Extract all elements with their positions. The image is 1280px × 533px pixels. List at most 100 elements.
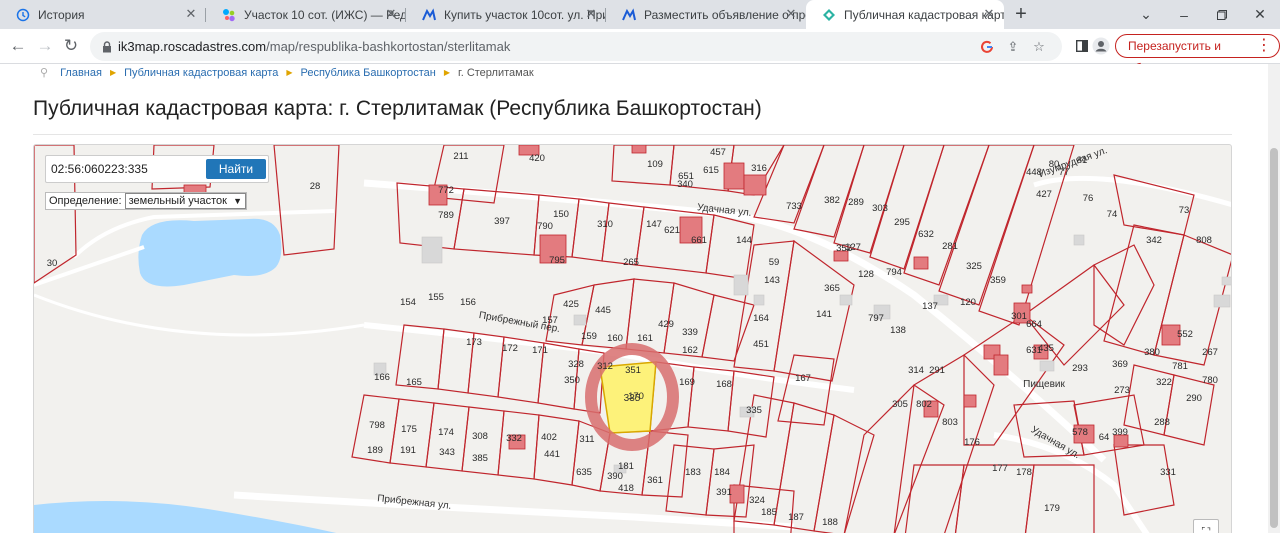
parcel-number: 293 <box>1072 363 1088 374</box>
building <box>993 354 1009 376</box>
building <box>1039 360 1055 372</box>
close-icon[interactable]: ✕ <box>184 7 198 21</box>
tab-history[interactable]: История ✕ <box>0 0 206 29</box>
minimize-icon[interactable]: – <box>1166 0 1202 29</box>
close-window-icon[interactable]: ✕ <box>1242 0 1278 29</box>
bookmark-star-icon[interactable]: ☆ <box>1030 38 1048 56</box>
parcel-number: 312 <box>597 361 613 372</box>
parcel-boundary[interactable] <box>705 214 755 280</box>
building <box>913 256 929 270</box>
parcel-boundary[interactable] <box>833 145 905 254</box>
maximize-icon[interactable] <box>1204 0 1240 29</box>
building <box>631 145 647 154</box>
menu-kebab-icon[interactable]: ⋮ <box>1256 37 1272 55</box>
parcel-number: 281 <box>942 241 958 252</box>
tab-label: Участок 10 сот. (ИЖС) — Редакт <box>244 7 406 22</box>
parcel-number: 420 <box>529 153 545 164</box>
parcel-boundary[interactable] <box>904 464 965 533</box>
scrollbar-thumb[interactable] <box>1270 148 1278 528</box>
definition-select[interactable]: земельный участок ▼ <box>124 193 246 209</box>
parcel-number: 164 <box>753 313 769 324</box>
parcel-boundary[interactable] <box>273 145 340 256</box>
parcel-number: 184 <box>714 467 730 478</box>
tab-domclick-buy[interactable]: Купить участок 10сот. ул. Прибр ✕ <box>406 0 606 29</box>
parcel-number: 128 <box>858 269 874 280</box>
lake <box>138 218 282 287</box>
back-icon[interactable]: ← <box>5 33 31 59</box>
parcel-boundary[interactable] <box>1093 244 1155 346</box>
close-icon[interactable]: ✕ <box>584 7 598 21</box>
breadcrumb-cadastral-map[interactable]: Публичная кадастровая карта <box>124 67 278 79</box>
tab-domclick-sell[interactable]: Разместить объявление о прод ✕ <box>606 0 806 29</box>
new-tab-button[interactable]: + <box>1010 3 1032 25</box>
parcel-boundary[interactable] <box>773 239 855 382</box>
fullscreen-icon[interactable]: ⛶ <box>1193 519 1219 533</box>
parcel-number: 159 <box>581 331 597 342</box>
parcel-number: 273 <box>1114 385 1130 396</box>
parcel-boundary[interactable] <box>938 145 1035 306</box>
parcel-number: 138 <box>890 325 906 336</box>
page-content: ⚲ Главная ▶ Публичная кадастровая карта … <box>0 64 1268 533</box>
parcel-number: 166 <box>374 372 390 383</box>
map-site-icon <box>822 8 836 22</box>
parcel-number: 295 <box>894 217 910 228</box>
parcel-boundary[interactable] <box>701 294 755 362</box>
selected-parcel-number: 335 <box>624 393 641 404</box>
close-icon[interactable]: ✕ <box>982 7 996 21</box>
tab-cadastral-map[interactable]: Публичная кадастровая карта: г ✕ <box>806 0 1004 29</box>
page-scrollbar[interactable] <box>1268 64 1280 533</box>
building <box>1213 294 1231 308</box>
parcel-number: 174 <box>438 427 454 438</box>
parcel-number: 179 <box>1044 503 1060 514</box>
parcel-number: 303 <box>872 203 888 214</box>
search-button[interactable]: Найти <box>206 159 266 179</box>
parcel-boundary[interactable] <box>1024 464 1095 533</box>
parcel-number: 169 <box>679 377 695 388</box>
domclick-icon <box>622 7 636 22</box>
tab-search-icon[interactable]: ⌄ <box>1128 0 1164 29</box>
building <box>1021 284 1033 294</box>
tab-label: История <box>38 7 85 22</box>
cadastral-number-input[interactable] <box>51 159 201 179</box>
parcel-number: 733 <box>786 201 802 212</box>
parcel-number: 435 <box>1038 343 1054 354</box>
divider <box>33 134 1232 135</box>
close-icon[interactable]: ✕ <box>384 7 398 21</box>
parcel-number: 790 <box>537 221 553 232</box>
google-translate-icon[interactable] <box>978 38 996 56</box>
parcel-number: 397 <box>494 216 510 227</box>
parcel-number: 172 <box>502 343 518 354</box>
parcel-boundary[interactable] <box>705 444 755 518</box>
parcel-boundary[interactable] <box>793 145 865 238</box>
parcel-number: 301 <box>1011 311 1027 322</box>
parcel-number: 109 <box>647 159 663 170</box>
parcel-number: 143 <box>764 275 780 286</box>
parcel-number: 578 <box>1072 427 1088 438</box>
profile-avatar-icon[interactable] <box>1088 33 1114 59</box>
share-icon[interactable]: ⇪ <box>1004 38 1022 56</box>
parcel-number: 59 <box>769 257 780 268</box>
parcel-number: 369 <box>1112 359 1128 370</box>
parcel-number: 427 <box>1036 189 1052 200</box>
parcel-number: 365 <box>824 283 840 294</box>
cadastral-map[interactable]: 211 420 28 30 789 772 397 790 795 150 310 265 147 621… <box>33 144 1232 533</box>
building <box>733 274 749 296</box>
parcel-number: 175 <box>401 424 417 435</box>
parcel-boundary[interactable] <box>1113 444 1175 516</box>
domclick-icon <box>422 7 436 22</box>
reload-icon[interactable]: ↻ <box>58 33 84 59</box>
tab-avito[interactable]: Участок 10 сот. (ИЖС) — Редакт ✕ <box>206 0 406 29</box>
parcel-number: 265 <box>623 257 639 268</box>
parcel-number: 399 <box>1112 427 1128 438</box>
parcel-boundary[interactable] <box>777 354 835 426</box>
parcel-boundary[interactable] <box>733 240 795 372</box>
forward-icon[interactable]: → <box>32 33 58 59</box>
parcel-boundary[interactable] <box>813 414 875 533</box>
close-icon[interactable]: ✕ <box>784 7 798 21</box>
definition-selector: Определение: земельный участок ▼ <box>45 192 247 210</box>
parcel-number: 28 <box>310 181 321 192</box>
breadcrumb-region[interactable]: Республика Башкортостан <box>301 67 436 79</box>
address-bar[interactable]: ik3map.roscadastres.com/map/respublika-b… <box>90 32 1062 61</box>
breadcrumb-home[interactable]: Главная <box>60 67 102 79</box>
url-host: ik3map.roscadastres.com <box>118 39 267 54</box>
